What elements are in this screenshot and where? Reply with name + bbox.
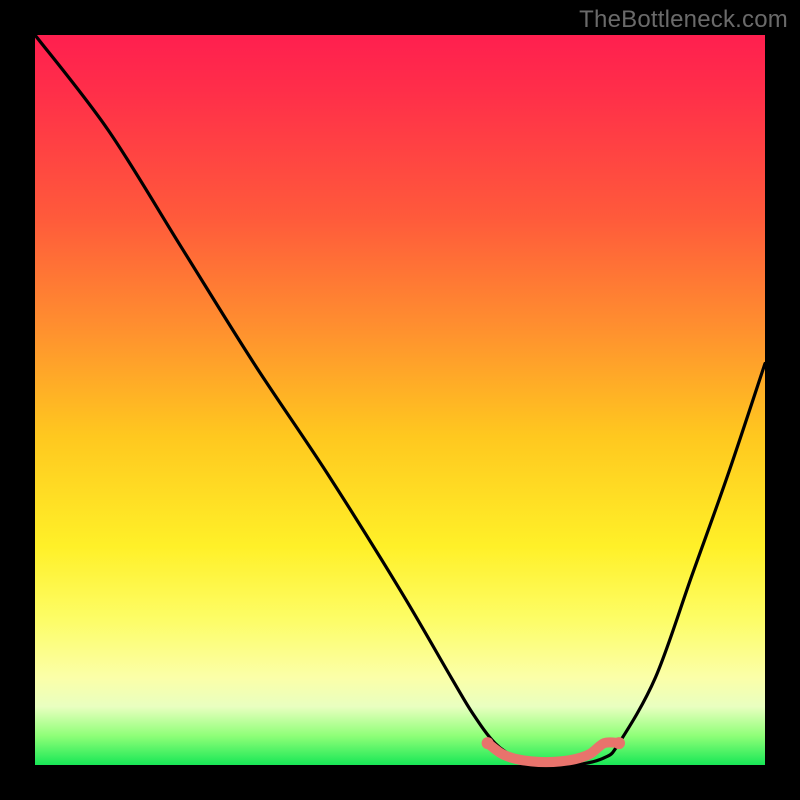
bottleneck-curve <box>35 35 765 766</box>
curve-layer <box>35 35 765 765</box>
optimal-band-end-right <box>613 737 625 749</box>
optimal-band-end-left <box>482 737 494 749</box>
chart-frame: TheBottleneck.com <box>0 0 800 800</box>
plot-gradient-area <box>35 35 765 765</box>
watermark-label: TheBottleneck.com <box>579 6 788 34</box>
